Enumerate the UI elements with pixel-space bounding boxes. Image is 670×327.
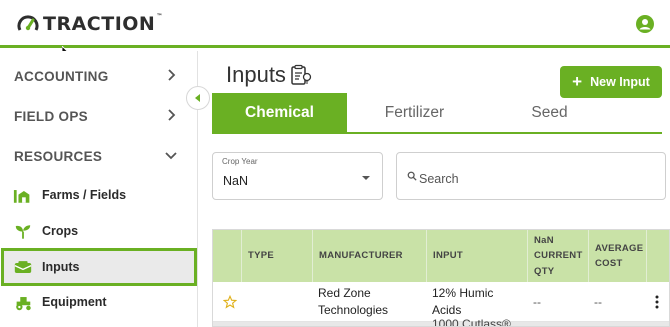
chevron-down-icon <box>165 152 177 160</box>
account-icon[interactable] <box>636 15 654 33</box>
cell-manufacturer: Red Zone Technologies <box>318 286 389 317</box>
brand-logo[interactable]: TRACTION™ <box>16 12 163 36</box>
sidebar-group-label: FIELD OPS <box>14 108 88 124</box>
cell-type <box>241 282 312 322</box>
cell-average-cost: -- <box>594 294 602 309</box>
crop-year-value: NaN <box>223 174 249 188</box>
cell-input: 12% Humic Acids <box>432 286 494 317</box>
sidebar: ACCOUNTING FIELD OPS RESOURCES Farms / F… <box>0 51 198 327</box>
crop-year-label: Crop Year <box>222 157 258 166</box>
sidebar-item-farms-fields[interactable]: Farms / Fields <box>4 179 194 211</box>
clipboard-bulb-icon <box>291 64 312 85</box>
farm-icon <box>12 185 34 205</box>
tractor-gauge-icon <box>17 15 39 31</box>
plus-icon: + <box>572 72 583 91</box>
sidebar-group-resources[interactable]: RESOURCES <box>0 136 198 176</box>
search-input[interactable]: Search <box>396 152 666 200</box>
input-type-tabs: Chemical Fertilizer Seed <box>212 93 662 134</box>
sidebar-group-label: RESOURCES <box>14 148 103 164</box>
favorite-toggle[interactable] <box>217 282 241 322</box>
col-header-current-qty[interactable]: NaN CURRENT QTY <box>527 230 588 282</box>
chevron-right-icon <box>168 109 176 121</box>
sprout-icon <box>12 221 34 241</box>
table-header: TYPE MANUFACTURER INPUT NaN CURRENT QTY … <box>213 230 669 282</box>
col-header-average-cost[interactable]: AVERAGE COST <box>588 230 646 282</box>
row-menu-button[interactable] <box>649 282 669 322</box>
search-icon <box>407 171 417 181</box>
new-input-label: New Input <box>590 75 650 89</box>
tractor-icon <box>12 292 34 312</box>
sidebar-item-label: Equipment <box>42 295 107 309</box>
brand-name: TRACTION™ <box>43 13 163 35</box>
chevron-left-icon <box>195 94 200 102</box>
tab-seed[interactable]: Seed <box>482 93 617 133</box>
search-placeholder: Search <box>419 172 459 186</box>
sidebar-group-label: ACCOUNTING <box>14 68 109 84</box>
tab-chemical[interactable]: Chemical <box>212 93 347 133</box>
sidebar-group-field-ops[interactable]: FIELD OPS <box>0 96 198 136</box>
inputs-table: TYPE MANUFACTURER INPUT NaN CURRENT QTY … <box>212 229 670 327</box>
cell-current-qty: -- <box>533 294 541 309</box>
sidebar-group-accounting[interactable]: ACCOUNTING <box>0 56 198 96</box>
page-title-text: Inputs <box>226 62 286 87</box>
sidebar-item-crops[interactable]: Crops <box>4 215 194 247</box>
tab-fertilizer[interactable]: Fertilizer <box>347 93 482 133</box>
page-title: Inputs <box>226 62 312 88</box>
sidebar-item-label: Farms / Fields <box>42 188 127 202</box>
col-header-input[interactable]: INPUT <box>426 230 527 282</box>
more-vert-icon <box>655 295 659 309</box>
col-header-manufacturer[interactable]: MANUFACTURER <box>312 230 426 282</box>
sidebar-item-inputs[interactable]: Inputs <box>1 248 197 286</box>
crop-year-select[interactable]: Crop Year NaN <box>212 152 383 200</box>
sidebar-item-label: Crops <box>42 224 79 238</box>
col-header-type[interactable]: TYPE <box>241 230 312 282</box>
sidebar-item-equipment[interactable]: Equipment <box>4 286 194 318</box>
table-row[interactable]: 1000 Cutlass® <box>213 317 669 326</box>
cell-input: 1000 Cutlass® <box>432 317 511 327</box>
app-header: TRACTION™ <box>0 0 670 48</box>
sidebar-item-label: Inputs <box>42 260 80 274</box>
chevron-right-icon <box>168 69 176 81</box>
inputs-icon <box>12 257 34 277</box>
dropdown-arrow-icon <box>362 176 370 180</box>
col-header-actions <box>646 230 669 282</box>
sidebar-collapse-button[interactable] <box>186 86 210 110</box>
star-outline-icon <box>223 295 237 309</box>
table-row[interactable]: Red Zone Technologies 12% Humic Acids --… <box>213 282 669 322</box>
